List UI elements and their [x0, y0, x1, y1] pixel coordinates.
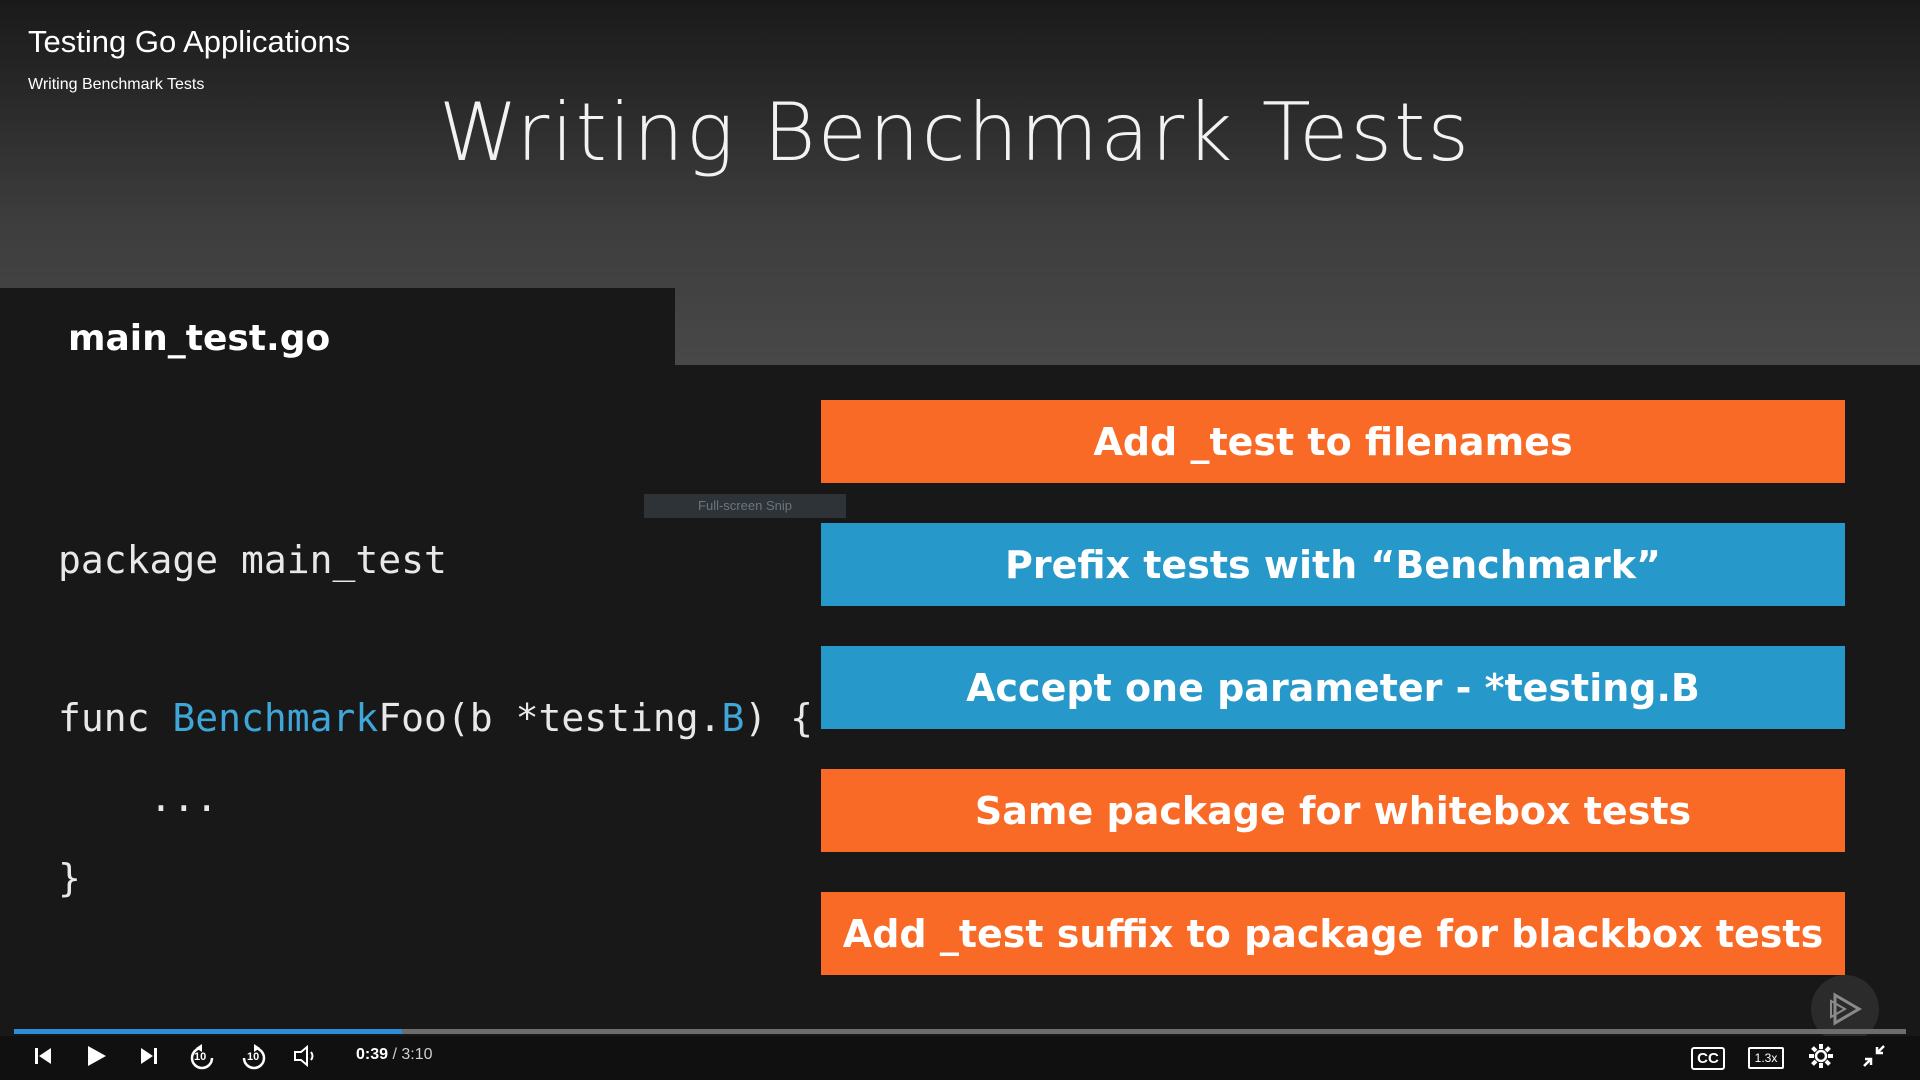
code-line-close: }: [58, 856, 81, 900]
volume-icon: [292, 1044, 320, 1073]
forward-10-icon: 10: [240, 1044, 268, 1072]
point-item: Add _test to filenames: [821, 400, 1845, 483]
code-func-rest: Foo(b *testing.: [378, 696, 722, 740]
gear-icon: [1807, 1042, 1835, 1075]
cc-button[interactable]: CC: [1690, 1042, 1726, 1074]
point-item: Same package for whitebox tests: [821, 769, 1845, 852]
skip-forward-button[interactable]: [134, 1042, 164, 1074]
snip-tooltip: Full-screen Snip: [644, 494, 846, 518]
speed-button[interactable]: 1.3x: [1744, 1042, 1788, 1074]
progress-fill: [14, 1029, 402, 1034]
progress-bar[interactable]: [14, 1029, 1906, 1034]
rewind-10-icon: 10: [188, 1044, 216, 1072]
skip-back-button[interactable]: [28, 1042, 58, 1074]
settings-button[interactable]: [1805, 1042, 1837, 1074]
point-item: Prefix tests with “Benchmark”: [821, 523, 1845, 606]
play-icon: [84, 1044, 108, 1073]
volume-button[interactable]: [290, 1042, 322, 1074]
skip-forward-icon: [138, 1045, 160, 1072]
rewind-label: 10: [194, 1051, 207, 1063]
skip-back-icon: [32, 1045, 54, 1072]
cc-icon: CC: [1691, 1046, 1725, 1070]
code-keyword: func: [58, 696, 173, 740]
forward-10-button[interactable]: 10: [238, 1042, 270, 1074]
code-line-func: func BenchmarkFoo(b *testing.B) {: [58, 678, 813, 758]
code-line-package: package main_test: [58, 538, 447, 582]
slide-title: Writing Benchmark Tests: [438, 86, 1472, 179]
exit-fullscreen-button[interactable]: [1858, 1042, 1890, 1074]
speed-icon: 1.3x: [1747, 1047, 1785, 1069]
code-block: package main_testfunc BenchmarkFoo(b *te…: [58, 520, 813, 918]
exit-fullscreen-icon: [1861, 1043, 1887, 1074]
point-item: Add _test suffix to package for blackbox…: [821, 892, 1845, 975]
current-time: 0:39: [356, 1046, 389, 1063]
duration: 3:10: [401, 1046, 433, 1063]
code-type-b: B: [721, 696, 745, 740]
code-line-body: ...: [58, 776, 219, 820]
play-button[interactable]: [80, 1042, 112, 1074]
time-display: 0:39 / 3:10: [356, 1046, 433, 1064]
player-controls: [0, 1036, 1920, 1080]
course-title: Testing Go Applications: [28, 24, 351, 59]
point-item: Accept one parameter - *testing.B: [821, 646, 1845, 729]
video-frame: Testing Go Applications Writing Benchmar…: [0, 0, 1920, 1080]
rewind-10-button[interactable]: 10: [186, 1042, 218, 1074]
code-func-end: ) {: [744, 696, 813, 740]
forward-label: 10: [247, 1051, 260, 1063]
code-benchmark-prefix: Benchmark: [172, 696, 379, 740]
file-tab-label: main_test.go: [68, 318, 331, 359]
time-separator: /: [388, 1046, 402, 1063]
